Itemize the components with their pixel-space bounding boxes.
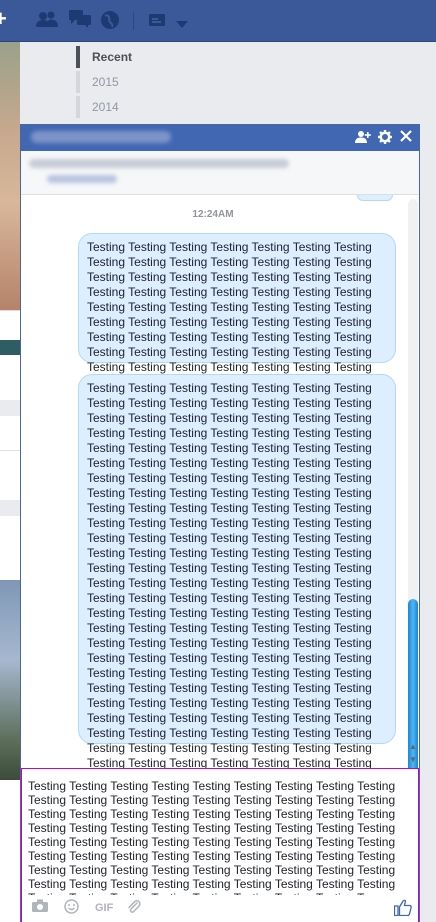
message-composer: Testing Testing Testing Testing Testing … <box>21 768 419 922</box>
chat-window: 12:24AM Testing Testing Testing Testing … <box>20 124 420 922</box>
settings-gear-icon[interactable] <box>378 130 392 148</box>
divider <box>0 400 20 416</box>
divider <box>0 450 20 451</box>
gif-button[interactable]: GIF <box>95 900 113 916</box>
chat-participants-bar <box>21 151 419 195</box>
attachment-icon[interactable] <box>126 899 142 919</box>
timeline-item-2014[interactable]: 2014 <box>76 96 119 118</box>
emoji-icon[interactable] <box>64 899 79 918</box>
plus-icon[interactable]: + <box>0 6 7 32</box>
see-all-link-redacted[interactable] <box>47 175 117 183</box>
photo-thumbnail <box>0 340 20 355</box>
friend-requests-icon[interactable] <box>36 10 58 33</box>
separator <box>133 12 134 30</box>
thumbs-up-icon[interactable] <box>393 899 412 921</box>
previous-message-bubble <box>357 195 393 201</box>
participants-text-redacted <box>29 159 289 168</box>
message-scrollbar[interactable]: ▲ ▼ <box>405 197 419 809</box>
chat-header[interactable] <box>21 125 419 151</box>
profile-photo <box>0 42 20 310</box>
close-icon[interactable] <box>400 130 412 146</box>
dropdown-arrow-icon[interactable] <box>176 16 188 34</box>
post-photo <box>0 580 20 780</box>
messages-icon[interactable] <box>69 10 91 33</box>
message-timestamp: 12:24AM <box>192 209 234 220</box>
privacy-icon[interactable] <box>148 10 166 33</box>
globe-icon[interactable] <box>100 10 120 35</box>
camera-icon[interactable] <box>32 899 48 916</box>
chat-title-redacted[interactable] <box>31 131 171 143</box>
timeline-item-2015[interactable]: 2015 <box>76 71 119 93</box>
message-input[interactable]: Testing Testing Testing Testing Testing … <box>28 779 414 895</box>
message-bubble: Testing Testing Testing Testing Testing … <box>78 233 396 434</box>
top-navigation-bar: + <box>0 0 436 42</box>
message-bubble: Testing Testing Testing Testing Testing … <box>78 374 396 922</box>
timeline-item-recent[interactable]: Recent <box>76 46 132 68</box>
scroll-up-icon[interactable]: ▲ <box>407 741 419 753</box>
divider <box>0 500 20 516</box>
timeline-year-nav: Recent 2015 2014 <box>76 44 436 126</box>
add-people-icon[interactable] <box>355 130 371 148</box>
scroll-down-icon[interactable]: ▼ <box>407 754 419 766</box>
